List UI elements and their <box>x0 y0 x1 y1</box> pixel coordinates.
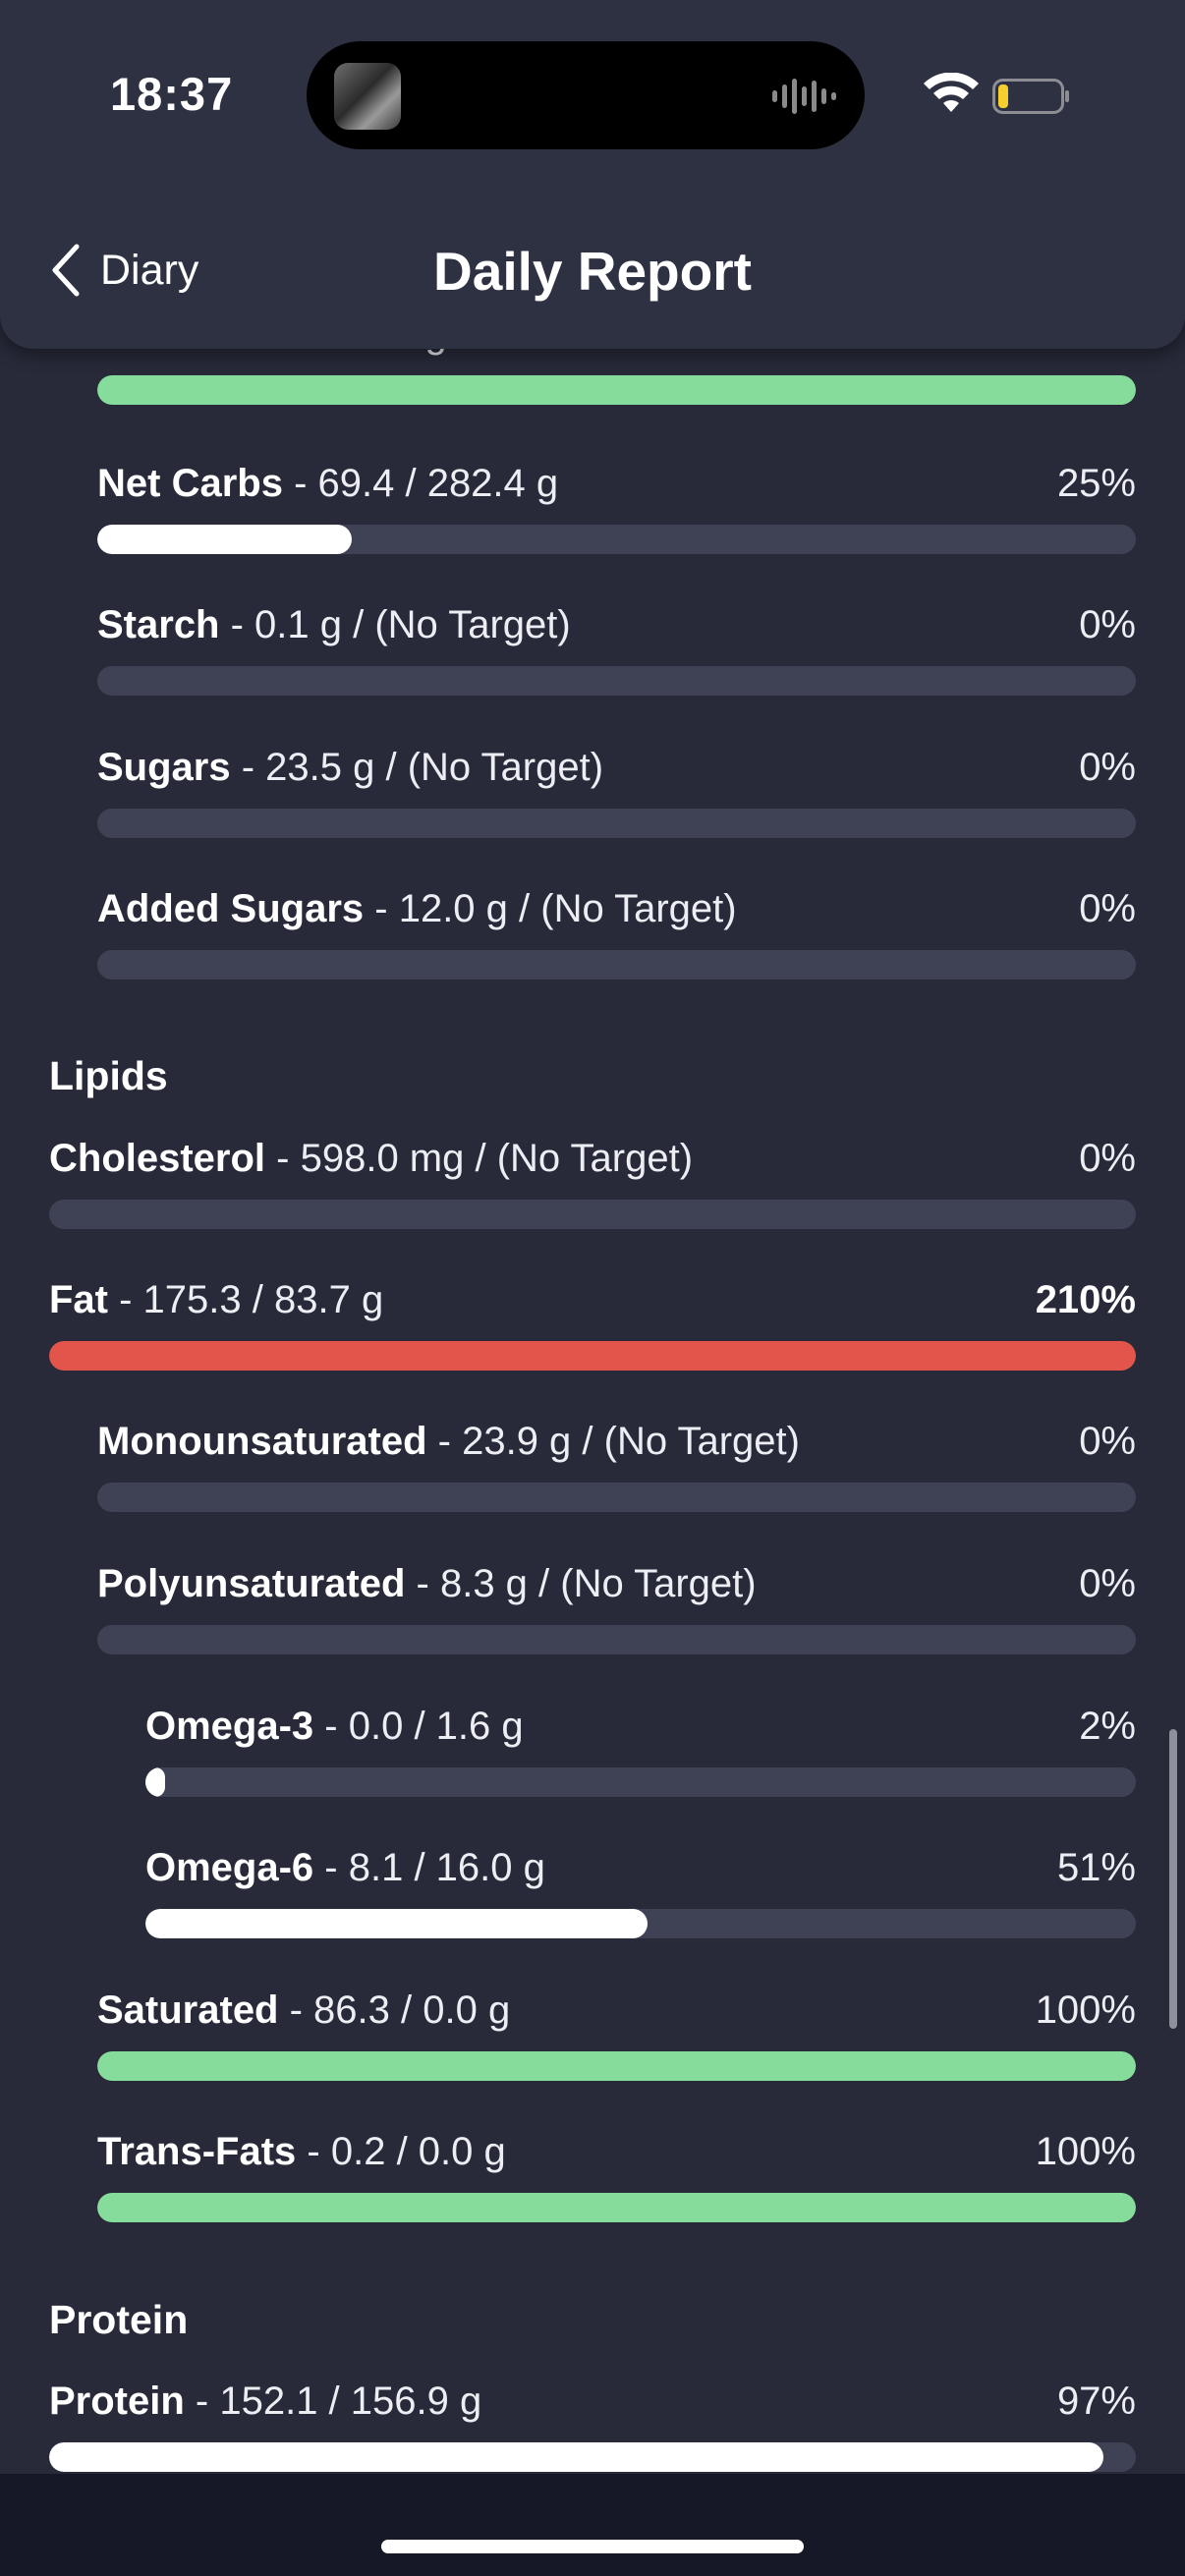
now-playing-thumbnail <box>334 63 401 130</box>
nutrient-label: Monounsaturated - 23.9 g / (No Target) <box>97 1418 800 1465</box>
progress-fill <box>97 525 352 554</box>
progress-track <box>97 1483 1136 1512</box>
nutrient-label: Trans-Fats - 0.2 / 0.0 g <box>97 2128 506 2175</box>
nutrient-label: Polyunsaturated - 8.3 g / (No Target) <box>97 1560 757 1607</box>
nutrient-amount: - 175.3 / 83.7 g <box>108 1278 384 1321</box>
nutrient-label: Starch - 0.1 g / (No Target) <box>97 601 571 648</box>
nutrient-name: Monounsaturated <box>97 1420 427 1463</box>
progress-fill <box>49 2442 1103 2472</box>
wifi-icon <box>924 73 979 112</box>
nutrient-percent: 2% <box>1079 1705 1136 1748</box>
nutrient-name: Net Carbs <box>97 462 283 505</box>
progress-track <box>145 1909 1136 1938</box>
nutrient-name: Saturated <box>97 1988 279 2032</box>
scrollbar[interactable] <box>1169 1729 1177 2029</box>
nutrient-amount: - 8.3 g / (No Target) <box>405 1562 757 1605</box>
section-title-protein: Protein <box>49 2297 189 2342</box>
nutrient-percent: 97% <box>1056 2380 1136 2423</box>
nutrient-amount: - 0.2 / 0.0 g <box>296 2130 506 2173</box>
nutrient-percent: 100% <box>1035 1988 1136 2032</box>
section-title-lipids: Lipids <box>49 1053 168 1098</box>
progress-fill <box>49 1341 1136 1371</box>
nav-header: 18:37 Diary Daily Report <box>0 0 1185 349</box>
nutrient-percent: 0% <box>1079 746 1136 789</box>
progress-track <box>97 2193 1136 2222</box>
nutrient-name: Trans-Fats <box>97 2130 297 2173</box>
nutrient-label: Omega-6 - 8.1 / 16.0 g <box>145 1844 545 1891</box>
bottom-safe-area <box>0 2474 1185 2576</box>
nutrient-percent: 0% <box>1079 1420 1136 1463</box>
nutrient-name: Cholesterol <box>49 1137 266 1180</box>
progress-track <box>97 2051 1136 2081</box>
nutrient-amount: - 23.5 g / (No Target) <box>230 746 604 789</box>
progress-track <box>97 525 1136 554</box>
home-indicator[interactable] <box>381 2540 804 2553</box>
nutrient-name: Omega-3 <box>145 1705 314 1748</box>
nutrient-label: Cholesterol - 598.0 mg / (No Target) <box>49 1135 693 1182</box>
nutrient-percent: 0% <box>1079 1137 1136 1180</box>
nutrient-label: Fat - 175.3 / 83.7 g <box>49 1276 383 1323</box>
nutrient-name: Fat <box>49 1278 108 1321</box>
battery-icon <box>992 79 1069 114</box>
nutrient-percent: 0% <box>1079 603 1136 646</box>
nutrient-amount: - 8.1 / 16.0 g <box>313 1846 545 1889</box>
nutrient-percent: 210% <box>1035 1278 1136 1321</box>
nutrient-label: Net Carbs - 69.4 / 282.4 g <box>97 460 558 507</box>
progress-track <box>49 1341 1136 1371</box>
progress-track <box>97 666 1136 696</box>
dynamic-island[interactable] <box>307 41 865 149</box>
progress-track <box>97 950 1136 980</box>
nutrient-percent: 0% <box>1079 887 1136 930</box>
nutrient-name: Protein <box>49 2380 185 2423</box>
nutrient-amount: - 598.0 mg / (No Target) <box>265 1137 694 1180</box>
nutrient-amount: - 23.9 g / (No Target) <box>426 1420 800 1463</box>
progress-fill <box>97 375 1136 405</box>
nutrient-amount: - 69.4 / 282.4 g <box>282 462 559 505</box>
progress-fill <box>97 2051 1136 2081</box>
progress-track <box>49 2442 1136 2472</box>
nutrient-name: Sugars <box>97 746 231 789</box>
nutrient-label: Added Sugars - 12.0 g / (No Target) <box>97 885 737 932</box>
nutrient-percent: 100% <box>1035 2130 1136 2173</box>
nutrient-name: Polyunsaturated <box>97 1562 406 1605</box>
nutrient-amount: - 12.0 g / (No Target) <box>364 887 737 930</box>
nutrient-label: Omega-3 - 0.0 / 1.6 g <box>145 1703 524 1750</box>
nutrient-label: Sugars - 23.5 g / (No Target) <box>97 744 603 791</box>
progress-track <box>49 1200 1136 1229</box>
progress-track <box>97 1625 1136 1654</box>
nutrient-amount: - 0.1 g / (No Target) <box>219 603 571 646</box>
nutrient-percent: 0% <box>1079 1562 1136 1605</box>
page-title: Daily Report <box>433 241 752 302</box>
nutrient-amount: - 152.1 / 156.9 g <box>184 2380 482 2423</box>
nutrient-label: Protein - 152.1 / 156.9 g <box>49 2378 481 2425</box>
nutrient-name: Added Sugars <box>97 887 365 930</box>
nutrient-name: Starch <box>97 603 220 646</box>
progress-track <box>97 375 1136 405</box>
nutrient-percent: 25% <box>1056 462 1136 505</box>
progress-fill <box>97 2193 1136 2222</box>
audio-waveform-icon <box>772 79 836 114</box>
progress-track <box>145 1767 1136 1797</box>
nutrient-name: Omega-6 <box>145 1846 314 1889</box>
progress-fill <box>145 1767 166 1797</box>
progress-track <box>97 809 1136 838</box>
status-time: 18:37 <box>110 68 234 120</box>
nutrient-label: Saturated - 86.3 / 0.0 g <box>97 1987 510 2034</box>
nutrient-percent: 51% <box>1056 1846 1136 1889</box>
nutrient-amount: - 86.3 / 0.0 g <box>278 1988 511 2032</box>
progress-fill <box>145 1909 649 1938</box>
nutrient-amount: - 0.0 / 1.6 g <box>313 1705 524 1748</box>
